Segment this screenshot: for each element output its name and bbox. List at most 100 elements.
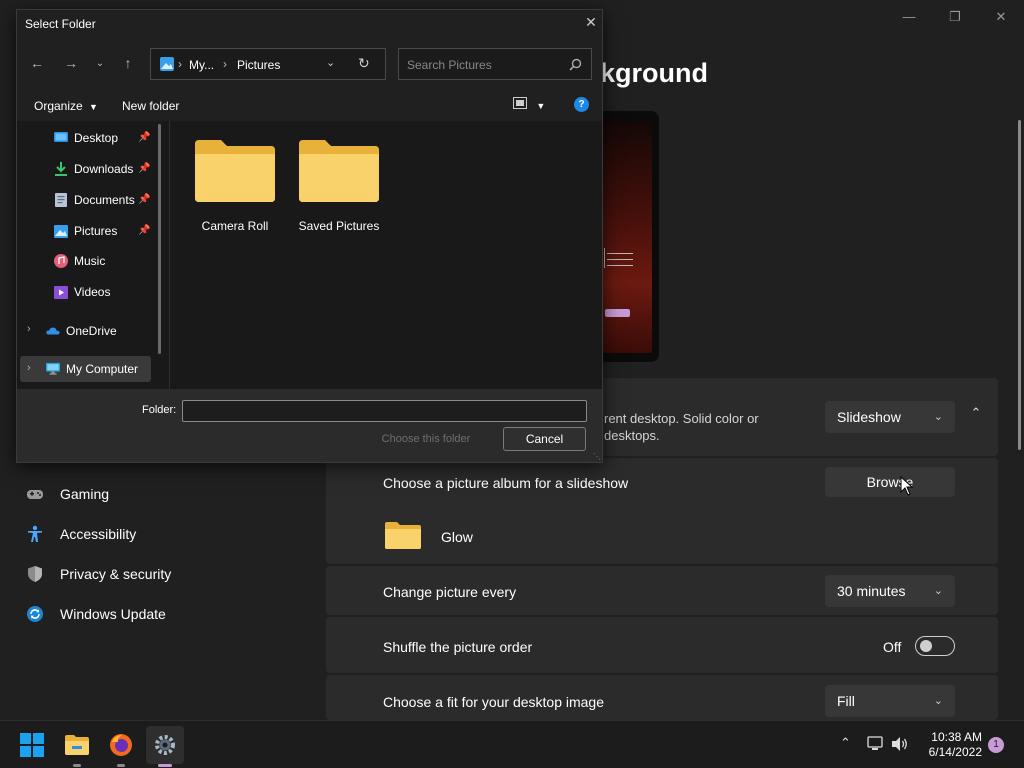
onedrive-icon [46, 324, 60, 338]
cancel-button[interactable]: Cancel [503, 427, 586, 451]
up-arrow-icon[interactable]: ↑ [119, 55, 137, 71]
search-placeholder: Search Pictures [407, 58, 492, 72]
page-title: kground [600, 58, 708, 88]
view-options-button[interactable]: ▼ [513, 97, 545, 112]
folder-icon [195, 140, 275, 202]
choose-folder-button[interactable]: Choose this folder [363, 428, 489, 450]
nav-item-gaming[interactable]: Gaming [26, 484, 109, 504]
close-window-button[interactable]: ✕ [978, 6, 1024, 28]
start-icon[interactable] [16, 729, 48, 761]
tree-label: Pictures [74, 224, 118, 238]
browse-button[interactable]: Browse [825, 467, 955, 497]
nav-item-windows-update[interactable]: Windows Update [26, 604, 166, 624]
back-arrow-icon[interactable]: ← [28, 55, 46, 71]
file-explorer-icon[interactable] [61, 729, 93, 761]
dialog-title: Select Folder [25, 17, 96, 31]
accessibility-icon [26, 525, 44, 543]
organize-button[interactable]: Organize ▼ [34, 99, 98, 113]
folder-tile-camera-roll[interactable]: Camera Roll [185, 138, 285, 233]
background-description-1: rent desktop. Solid color or [604, 411, 759, 426]
background-description-2: desktops. [604, 428, 660, 443]
address-history-chevron-icon[interactable]: ⌄ [326, 56, 335, 69]
tree-label: My Computer [66, 362, 139, 376]
chevron-down-icon: ▼ [536, 101, 546, 111]
help-icon[interactable]: ? [574, 97, 589, 112]
settings-icon[interactable] [146, 726, 184, 764]
tree-item-documents[interactable]: Documents [54, 189, 135, 211]
shuffle-toggle[interactable] [915, 636, 955, 656]
tree-item-pictures[interactable]: Pictures [54, 220, 117, 242]
taskbar: ⌃ 10:38 AM 6/14/2022 1 [0, 720, 1024, 768]
folder-name: Camera Roll [201, 219, 269, 233]
dialog-close-icon[interactable]: ✕ [583, 14, 599, 32]
clock[interactable]: 10:38 AM 6/14/2022 [918, 730, 982, 760]
folder-input-field[interactable] [183, 401, 586, 421]
expand-chevron-icon[interactable]: › [27, 362, 31, 374]
pictures-icon [54, 224, 68, 238]
network-icon[interactable] [866, 736, 884, 752]
tree-label: Desktop [74, 131, 119, 145]
fit-value: Fill [837, 693, 855, 709]
tree-label: OneDrive [66, 324, 117, 338]
tree-item-my-computer[interactable]: My Computer [46, 358, 138, 380]
clock-time: 10:38 AM [931, 730, 982, 744]
preview-window-mock [604, 248, 633, 268]
fit-label: Choose a fit for your desktop image [383, 694, 605, 710]
pictures-icon [160, 57, 174, 71]
interval-dropdown[interactable]: 30 minutes ⌄ [825, 575, 955, 607]
desktop-icon [54, 131, 68, 145]
forward-arrow-icon[interactable]: → [62, 55, 80, 71]
volume-icon[interactable] [891, 736, 909, 752]
address-bar[interactable]: › My... › Pictures ⌄ ↻ [150, 48, 386, 80]
search-box[interactable]: Search Pictures [398, 48, 592, 80]
new-folder-button[interactable]: New folder [122, 99, 179, 113]
breadcrumb-separator: › [178, 57, 182, 71]
minimize-button[interactable]: — [886, 6, 932, 28]
pin-icon: 📌 [138, 163, 151, 174]
documents-icon [54, 193, 68, 207]
chevron-down-icon: ⌄ [933, 411, 943, 423]
folder-input[interactable] [182, 400, 587, 422]
fit-dropdown[interactable]: Fill ⌄ [825, 685, 955, 717]
clock-date: 6/14/2022 [928, 745, 982, 759]
computer-icon [46, 362, 60, 376]
nav-item-accessibility[interactable]: Accessibility [26, 524, 136, 544]
downloads-icon [54, 162, 68, 176]
app-active-indicator [158, 764, 172, 767]
videos-icon [54, 285, 68, 299]
pin-icon: 📌 [138, 132, 151, 143]
resize-grip-icon[interactable]: ⋱ [593, 452, 601, 461]
background-type-dropdown[interactable]: Slideshow ⌄ [825, 401, 955, 433]
maximize-button[interactable]: ❐ [932, 6, 978, 28]
organize-label: Organize [34, 99, 83, 113]
tree-item-music[interactable]: Music [54, 250, 105, 272]
show-hidden-icons-chevron-icon[interactable]: ⌃ [840, 735, 851, 751]
firefox-icon[interactable] [105, 729, 137, 761]
recent-chevron-down-icon[interactable]: ⌄ [91, 58, 109, 69]
refresh-icon[interactable]: ↻ [358, 55, 370, 72]
toggle-knob [920, 640, 932, 652]
collapse-chevron-up-icon[interactable]: ⌃ [965, 405, 987, 427]
folder-tile-saved-pictures[interactable]: Saved Pictures [289, 138, 389, 233]
expand-chevron-icon[interactable]: › [27, 323, 31, 335]
update-icon [26, 605, 44, 623]
tree-item-downloads[interactable]: Downloads [54, 158, 133, 180]
notification-badge[interactable]: 1 [988, 737, 1004, 753]
folder-name: Saved Pictures [298, 219, 380, 233]
interval-label: Change picture every [383, 584, 517, 600]
search-icon [569, 58, 582, 71]
pin-icon: 📌 [138, 225, 151, 236]
tree-item-videos[interactable]: Videos [54, 281, 110, 303]
tree-item-onedrive[interactable]: OneDrive [46, 320, 117, 342]
tree-item-desktop[interactable]: Desktop [54, 127, 118, 149]
tree-label: Videos [74, 285, 111, 299]
nav-item-privacy-security[interactable]: Privacy & security [26, 564, 171, 584]
breadcrumb-current[interactable]: Pictures [237, 58, 280, 72]
nav-label: Gaming [60, 486, 110, 502]
page-scrollbar[interactable] [1018, 120, 1021, 450]
tree-scrollbar[interactable] [158, 124, 161, 354]
music-icon [54, 254, 68, 268]
app-running-indicator [73, 764, 81, 767]
breadcrumb-parent[interactable]: My... [189, 58, 214, 72]
glow-folder-icon [385, 522, 421, 549]
